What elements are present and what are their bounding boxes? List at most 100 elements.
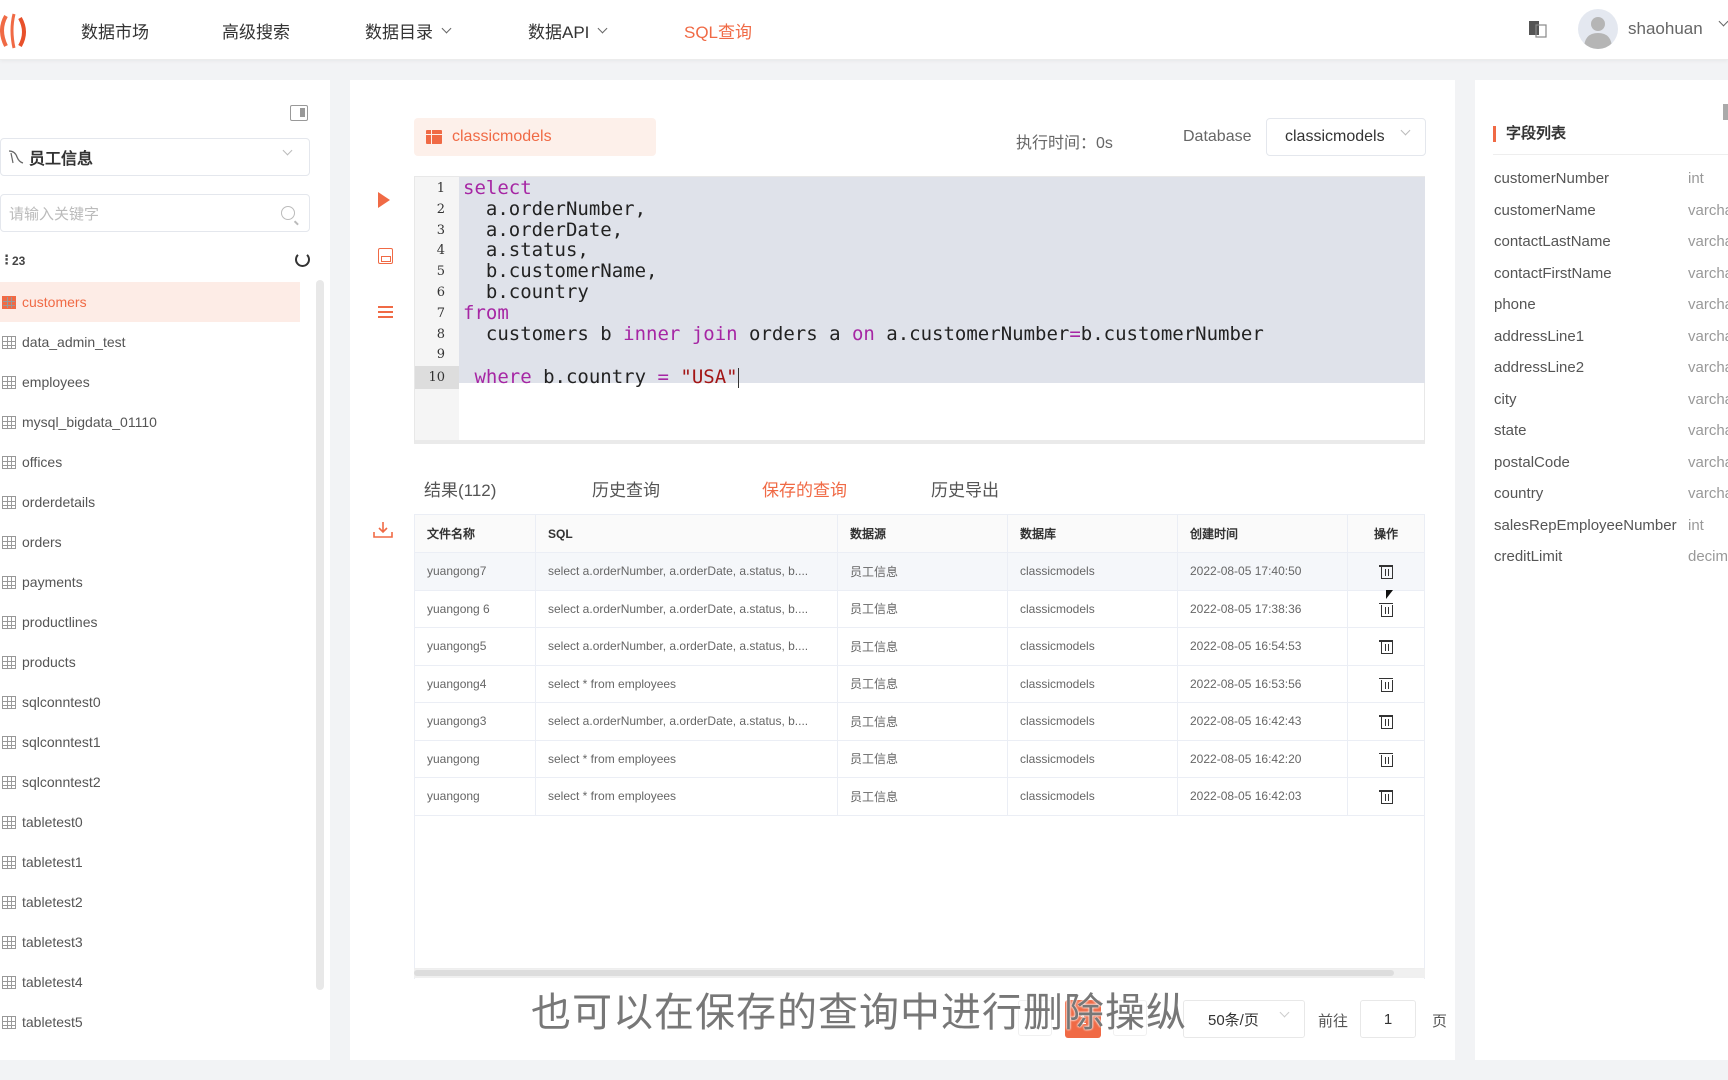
- table-icon: [2, 895, 16, 909]
- table-list-item[interactable]: sqlconntest0: [0, 682, 300, 722]
- table-row[interactable]: yuangong 6 select a.orderNumber, a.orderD…: [415, 590, 1424, 628]
- code-line[interactable]: 3 a.orderDate,: [415, 219, 1424, 242]
- code-line[interactable]: 10 where b.country = "USA": [415, 366, 1424, 390]
- nav-data-market[interactable]: 数据市场: [81, 18, 149, 43]
- table-icon: [2, 1015, 16, 1029]
- nav-data-catalog[interactable]: 数据目录: [365, 18, 452, 43]
- delete-icon[interactable]: [1379, 751, 1393, 767]
- table-search-input[interactable]: 请输入关键字: [0, 194, 310, 232]
- code-line[interactable]: 7 from: [415, 302, 1424, 325]
- search-icon[interactable]: [281, 206, 295, 220]
- created-time-cell: 2022-08-05 16:42:43: [1178, 703, 1348, 740]
- delete-icon[interactable]: [1379, 676, 1393, 692]
- table-list-item[interactable]: mysql_bigdata_01110: [0, 402, 300, 442]
- table-row[interactable]: yuangong select * from employees 员工信息 class…: [415, 740, 1424, 778]
- code-line[interactable]: 8 customers b inner join orders a on a.c…: [415, 323, 1424, 346]
- line-number: 3: [436, 222, 445, 238]
- delete-icon[interactable]: [1379, 563, 1393, 580]
- scrollbar[interactable]: [316, 280, 324, 990]
- datasource-select[interactable]: 员工信息: [0, 138, 310, 176]
- nav-label: SQL查询: [684, 23, 753, 42]
- table-icon: [2, 735, 16, 749]
- delete-icon[interactable]: [1379, 601, 1393, 617]
- horizontal-scrollbar[interactable]: [414, 968, 1425, 978]
- code-line[interactable]: 1 select: [415, 177, 1424, 200]
- field-item[interactable]: contactLastName varchar: [1494, 229, 1728, 261]
- code-line[interactable]: 4 a.status,: [415, 239, 1424, 262]
- field-item[interactable]: addressLine1 varchar: [1494, 324, 1728, 356]
- nav-label: 数据市场: [81, 23, 149, 42]
- format-sql-icon[interactable]: [378, 306, 393, 318]
- field-item[interactable]: addressLine2 varchar: [1494, 355, 1728, 387]
- table-list-item[interactable]: products: [0, 642, 300, 682]
- brand-logo-icon[interactable]: [0, 8, 30, 52]
- code-line[interactable]: 5 b.customerName,: [415, 260, 1424, 283]
- translate-icon[interactable]: [1528, 19, 1548, 39]
- table-list-item[interactable]: tabletest2: [0, 882, 300, 922]
- avatar[interactable]: [1578, 9, 1618, 49]
- table-list-item[interactable]: tabletest0: [0, 802, 300, 842]
- datasource-cell: 员工信息: [838, 778, 1008, 815]
- delete-icon[interactable]: [1379, 788, 1393, 805]
- field-item[interactable]: country varchar: [1494, 481, 1728, 513]
- username[interactable]: shaohuan: [1628, 19, 1703, 39]
- field-item[interactable]: creditLimit decimal: [1494, 544, 1728, 576]
- code-line[interactable]: 6 b.country: [415, 281, 1424, 304]
- download-icon[interactable]: [372, 520, 394, 540]
- nav-sql-query[interactable]: SQL查询: [684, 18, 752, 43]
- table-row[interactable]: yuangong5 select a.orderNumber, a.orderDa…: [415, 628, 1424, 666]
- table-list: customers data_admin_test employees mysql_b…: [0, 282, 300, 1042]
- table-list-item[interactable]: payments: [0, 562, 300, 602]
- table-list-item[interactable]: employees: [0, 362, 300, 402]
- delete-icon[interactable]: [1379, 638, 1393, 655]
- active-database-tag: classicmodels: [414, 118, 656, 156]
- field-item[interactable]: state varchar: [1494, 418, 1728, 450]
- collapse-panel-icon[interactable]: [290, 105, 308, 121]
- table-list-item[interactable]: sqlconntest1: [0, 722, 300, 762]
- save-query-icon[interactable]: [378, 248, 393, 264]
- tab-saved-queries[interactable]: 保存的查询: [762, 476, 847, 501]
- sql-editor[interactable]: 1 select 2 a.orderNumber, 3 a.orderDate, 4 a…: [414, 176, 1425, 444]
- execution-time: 执行时间：0s: [1016, 135, 1113, 152]
- table-row[interactable]: yuangong3 select a.orderNumber, a.orderDa…: [415, 703, 1424, 741]
- column-header: 数据源: [838, 515, 1008, 552]
- tab-history-query[interactable]: 历史查询: [592, 476, 660, 501]
- table-list-item[interactable]: sqlconntest2: [0, 762, 300, 802]
- table-list-item[interactable]: orderdetails: [0, 482, 300, 522]
- chevron-down-icon[interactable]: [1718, 16, 1728, 27]
- table-list-item[interactable]: productlines: [0, 602, 300, 642]
- field-item[interactable]: phone varchar: [1494, 292, 1728, 324]
- table-list-item[interactable]: tabletest3: [0, 922, 300, 962]
- nav-data-api[interactable]: 数据API: [528, 18, 608, 43]
- goto-page-input[interactable]: 1: [1360, 1000, 1416, 1038]
- delete-icon[interactable]: [1379, 713, 1393, 730]
- field-name: contactFirstName: [1494, 264, 1612, 282]
- field-item[interactable]: customerNumber int: [1494, 166, 1728, 198]
- collapse-panel-icon[interactable]: [1723, 104, 1728, 120]
- table-list-item[interactable]: tabletest4: [0, 962, 300, 1002]
- tab-history-export[interactable]: 历史导出: [931, 476, 999, 501]
- table-list-item[interactable]: orders: [0, 522, 300, 562]
- table-list-item[interactable]: tabletest5: [0, 1002, 300, 1042]
- tab-results[interactable]: 结果(112): [424, 476, 496, 501]
- table-list-item[interactable]: tabletest1: [0, 842, 300, 882]
- field-item[interactable]: city varchar: [1494, 387, 1728, 419]
- database-select[interactable]: classicmodels: [1266, 118, 1426, 156]
- field-item[interactable]: salesRepEmployeeNumber int: [1494, 513, 1728, 545]
- table-list-item[interactable]: offices: [0, 442, 300, 482]
- nav-advanced-search[interactable]: 高级搜索: [222, 18, 290, 43]
- table-list-item[interactable]: data_admin_test: [0, 322, 300, 362]
- field-item[interactable]: customerName varchar: [1494, 198, 1728, 230]
- page-size-select[interactable]: 50条/页: [1183, 1000, 1305, 1038]
- table-row[interactable]: yuangong7 select a.orderNumber, a.orderDa…: [415, 553, 1424, 591]
- field-item[interactable]: postalCode varchar: [1494, 450, 1728, 482]
- code-line[interactable]: 9: [415, 343, 1424, 366]
- table-list-item[interactable]: customers: [0, 282, 300, 322]
- refresh-icon[interactable]: [295, 252, 310, 267]
- code-line[interactable]: 2 a.orderNumber,: [415, 198, 1424, 221]
- field-item[interactable]: contactFirstName varchar: [1494, 261, 1728, 293]
- chevron-down-icon: [282, 145, 293, 156]
- table-row[interactable]: yuangong4 select * from employees 员工信息 clas…: [415, 665, 1424, 703]
- table-row[interactable]: yuangong select * from employees 员工信息 class…: [415, 778, 1424, 816]
- run-query-icon[interactable]: [378, 192, 390, 208]
